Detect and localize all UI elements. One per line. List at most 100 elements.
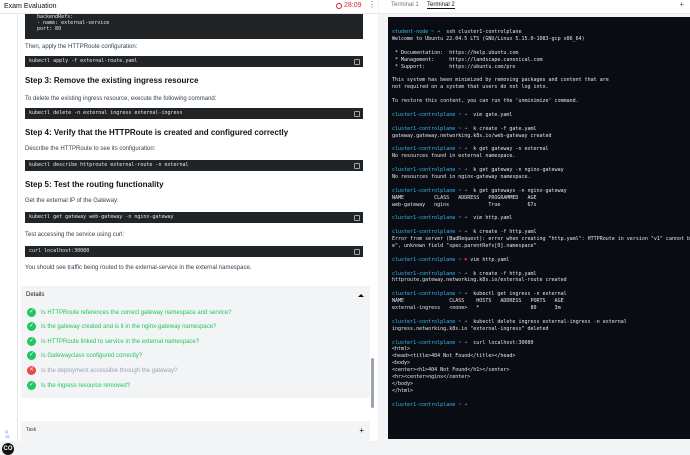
- copy-icon[interactable]: [354, 249, 360, 255]
- question-indicator[interactable]: Q 16: [5, 429, 9, 439]
- check-icon: ✓: [27, 351, 36, 360]
- terminal-line: web-gateway nginx True 67s: [392, 201, 537, 208]
- terminal-line: To restore this content, you can run the…: [392, 98, 579, 104]
- chevron-up-icon[interactable]: [358, 294, 364, 297]
- terminal-line: NAME CLASS ADDRESS PROGRAMMED AGE: [392, 194, 537, 201]
- task-label: Task: [26, 427, 37, 433]
- copy-icon[interactable]: [354, 163, 360, 169]
- terminal-line: No resources found in external namespace…: [392, 153, 516, 160]
- check-item: ✓ Is Gatewayclass configured correctly?: [27, 351, 142, 360]
- step5-command: kubectl get gateway web-gateway -n nginx…: [25, 212, 363, 223]
- apply-text: Then, apply the HTTPRoute configuration:: [25, 44, 138, 50]
- yaml-code-block: backendRefs: - name: external-service po…: [25, 14, 363, 39]
- tab-terminal-2[interactable]: Terminal 2: [427, 2, 455, 9]
- final-text: You should see traffic being routed to t…: [25, 265, 252, 271]
- terminal-line: ingress.networking.k8s.io "external-ingr…: [392, 325, 549, 332]
- apply-command: kubectl apply -f external-route.yaml: [25, 56, 363, 67]
- question-rail: Q 16 CO: [0, 14, 18, 455]
- terminal-line: <hr><center>nginx</center>: [392, 374, 471, 380]
- details-title: Details: [26, 292, 45, 298]
- check-item: ✓ Is the ingress resource removed?: [27, 381, 130, 390]
- step5-desc: Get the external IP of the Gateway:: [25, 198, 119, 204]
- check-icon: ✓: [27, 337, 36, 346]
- terminal-line: Error from server (BadRequest): error wh…: [392, 236, 690, 242]
- terminal-line: <head><title>404 Not Found</title></head…: [392, 353, 516, 360]
- test-command: curl localhost:30080: [25, 246, 363, 257]
- terminal-line: cluster1-controlplane ~ ➜ k get gateways…: [392, 187, 567, 194]
- check-label: Is the ingress resource removed?: [41, 382, 131, 389]
- copy-icon[interactable]: [354, 59, 360, 65]
- terminal-line: * Support: https://ubuntu.com/pro: [392, 63, 516, 70]
- code-text: curl localhost:30080: [29, 248, 90, 254]
- details-panel: Details ✓ Is HTTPRoute references the cor…: [21, 286, 370, 398]
- terminal-line: cluster1-controlplane ~ ✖ vim http.yaml: [392, 256, 510, 263]
- terminal-line: cluster1-controlplane ~ ➜: [392, 401, 468, 408]
- terminal-line: cluster1-controlplane ~ ➜ vim http.yaml: [392, 215, 513, 222]
- terminal-line: cluster1-controlplane ~ ➜ k create -f ht…: [392, 270, 537, 277]
- add-tab-icon[interactable]: +: [679, 0, 684, 9]
- step3-command: kubectl delete -n external ingress exter…: [25, 108, 363, 119]
- terminal-line: cluster1-controlplane ~ ➜ kubectl get in…: [392, 291, 567, 298]
- terminal-line: </body>: [392, 380, 414, 387]
- timer-value: 28:09: [344, 2, 362, 9]
- terminal-line: * Documentation: https://help.ubuntu.com: [392, 49, 519, 56]
- exam-title: Exam Evaluation: [4, 3, 57, 10]
- terminal-line: student-node ~ ➜ ssh cluster1-controlpla…: [392, 29, 522, 35]
- terminal-line: * Management: https://landscape.canonica…: [392, 56, 543, 63]
- terminal-line: gateway.gateway.networking.k8s.io/web-ga…: [392, 132, 552, 139]
- copy-icon[interactable]: [354, 111, 360, 117]
- terminal-line: cluster1-controlplane ~ ➜ k get gateway …: [392, 167, 564, 173]
- tab-terminal-1[interactable]: Terminal 1: [391, 2, 419, 8]
- terminal-line: cluster1-controlplane ~ ➜ k create -f ht…: [392, 229, 537, 236]
- step5-title: Step 5: Test the routing functionality: [25, 180, 164, 189]
- terminal-output[interactable]: student-node ~ ➜ ssh cluster1-controlpla…: [388, 17, 690, 439]
- cross-icon: ✕: [27, 366, 36, 375]
- copy-icon[interactable]: [354, 215, 360, 221]
- step4-desc: Describe the HTTPRoute to see its config…: [25, 146, 156, 152]
- app-logo: CO: [2, 443, 14, 455]
- terminal-line: <center><h1>404 Not Found</h1></center>: [392, 367, 510, 374]
- question-content: backendRefs: - name: external-service po…: [18, 14, 378, 441]
- clock-icon: [336, 2, 342, 9]
- check-item: ✓ Is the gateway created and is it in the…: [27, 322, 216, 331]
- terminal-tabs: Terminal 1 Terminal 2 +: [379, 0, 690, 14]
- check-icon: ✓: [27, 322, 36, 331]
- terminal-line: cluster1-controlplane ~ ➜ vim gate.yaml: [392, 111, 513, 118]
- step3-desc: To delete the existing ingress resource,…: [25, 96, 217, 102]
- terminal-line: No resources found in nginx-gateway name…: [392, 173, 531, 180]
- terminal-line: e", unknown field "spec.parentRefs[0].na…: [392, 242, 537, 249]
- check-icon: ✓: [27, 308, 36, 317]
- exam-header: Exam Evaluation 28:09 ⋮: [0, 0, 378, 14]
- code-text: kubectl get gateway web-gateway -n nginx…: [29, 214, 174, 220]
- terminal-line: cluster1-controlplane ~ ➜ kubectl delete…: [392, 318, 627, 325]
- content-scrollbar[interactable]: [371, 358, 374, 408]
- expand-icon[interactable]: +: [359, 426, 364, 435]
- terminal-line: not required on a system that users do n…: [392, 84, 549, 91]
- check-item: ✕ Is the deployment accessible through th…: [27, 366, 177, 375]
- terminal-line: cluster1-controlplane ~ ➜ curl localhost…: [392, 339, 534, 346]
- terminal-panel: Terminal 1 Terminal 2 + student-node ~ ➜…: [379, 0, 690, 441]
- check-label: Is the gateway created and is it in the …: [41, 323, 217, 330]
- terminal-line: </html>: [392, 387, 414, 394]
- question-number: 16: [5, 434, 10, 439]
- terminal-line: Welcome to Ubuntu 22.04.5 LTS (GNU/Linux…: [392, 35, 585, 42]
- check-label: Is HTTPRoute linked to service in the ex…: [41, 338, 200, 345]
- terminal-line: httproute.gateway.networking.k8s.io/exte…: [392, 277, 567, 284]
- step4-command: kubectl describe httproute external-rout…: [25, 160, 363, 171]
- exam-timer: 28:09: [336, 2, 362, 9]
- check-item: ✓ Is HTTPRoute references the correct gat…: [27, 308, 231, 317]
- terminal-line: external-ingress <none> * 80 3m: [392, 305, 561, 311]
- yaml-line: port: 80: [37, 26, 62, 32]
- check-label: Is Gatewayclass configured correctly?: [41, 352, 143, 359]
- more-options-icon[interactable]: ⋮: [368, 0, 376, 9]
- check-item: ✓ Is HTTPRoute linked to service in the e…: [27, 337, 199, 346]
- terminal-line: <body>: [392, 360, 411, 367]
- task-panel[interactable]: Task +: [21, 421, 370, 441]
- check-label: Is the deployment accessible through the…: [41, 367, 178, 374]
- terminal-line: This system has been minimized by removi…: [392, 77, 609, 84]
- test-desc: Test accessing the service using curl:: [25, 232, 125, 238]
- step4-title: Step 4: Verify that the HTTPRoute is cre…: [25, 128, 289, 137]
- terminal-line: cluster1-controlplane ~ ➜ k get gateway …: [392, 146, 549, 153]
- code-text: kubectl apply -f external-route.yaml: [29, 58, 138, 64]
- terminal-line: <html>: [392, 346, 411, 353]
